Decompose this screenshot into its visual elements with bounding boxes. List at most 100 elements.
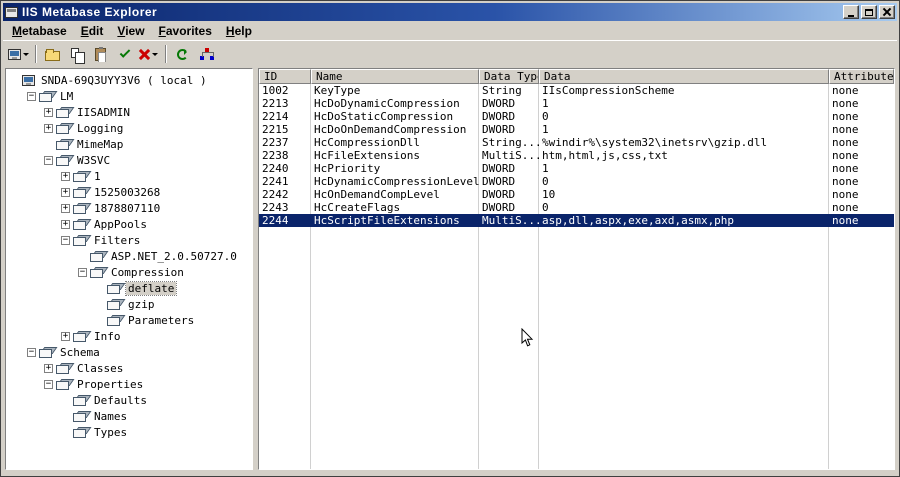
cell-type: DWORD xyxy=(482,123,516,136)
collapse-minus-icon[interactable]: − xyxy=(44,155,53,165)
tree-item-1878807110[interactable]: +1878807110 xyxy=(6,200,252,216)
metabase-key-icon xyxy=(73,171,88,182)
table-row[interactable]: 2242 HcOnDemandCompLevel DWORD 10 none xyxy=(259,188,894,201)
tree-item-label: SNDA-69Q3UYY3V6 ( local ) xyxy=(41,73,207,87)
metabase-key-icon xyxy=(73,411,88,422)
tree-item-schema[interactable]: − Schema xyxy=(6,344,252,360)
collapse-minus-icon[interactable]: − xyxy=(61,235,70,245)
tree-item-properties[interactable]: − Properties xyxy=(6,376,252,392)
cell-id: 2237 xyxy=(262,136,289,149)
metabase-key-icon xyxy=(56,139,71,150)
tree-item-info[interactable]: + Info xyxy=(6,328,252,344)
main-content: SNDA-69Q3UYY3V6 ( local ) − LM + IISADMIN + Lo… xyxy=(3,67,897,470)
tree-item-defaults[interactable]: Defaults xyxy=(6,392,252,408)
check-icon xyxy=(119,46,130,58)
tree-item-1[interactable]: +1 xyxy=(6,168,252,184)
tree-item-label: gzip xyxy=(128,297,155,311)
cell-type: MultiS... xyxy=(482,214,539,227)
tree-panel: SNDA-69Q3UYY3V6 ( local ) − LM + IISADMIN + Lo… xyxy=(5,68,253,470)
cell-name: HcDoDynamicCompression xyxy=(314,97,460,110)
cell-data: 0 xyxy=(542,201,549,214)
tree-item-lm[interactable]: − LM xyxy=(6,88,252,104)
collapse-minus-icon[interactable]: − xyxy=(78,267,87,277)
tree-item-classes[interactable]: + Classes xyxy=(6,360,252,376)
tree-item-filters[interactable]: − Filters xyxy=(6,232,252,248)
expand-plus-icon[interactable]: + xyxy=(44,123,53,133)
table-row[interactable]: 2237 HcCompressionDll String... %windir%\sy… xyxy=(259,136,894,149)
cell-type: DWORD xyxy=(482,97,516,110)
column-header-name[interactable]: Name xyxy=(311,69,479,84)
close-button[interactable] xyxy=(879,5,895,19)
table-row[interactable]: 2240 HcPriority DWORD 1 none xyxy=(259,162,894,175)
app-window: IIS Metabase Explorer Metabase Edit View Fa… xyxy=(0,0,900,477)
tree-item-deflate[interactable]: deflate xyxy=(6,280,252,296)
tree-item-label: LM xyxy=(60,89,74,103)
tree-item-apppools[interactable]: + AppPools xyxy=(6,216,252,232)
cell-type: DWORD xyxy=(482,201,516,214)
computer-icon xyxy=(8,48,21,60)
expand-plus-icon[interactable]: + xyxy=(61,331,70,341)
copy-button[interactable] xyxy=(65,44,88,65)
app-icon xyxy=(5,6,18,18)
cell-id: 2240 xyxy=(262,162,289,175)
open-button[interactable] xyxy=(41,44,64,65)
table-row[interactable]: 1002 KeyType String IIsCompressionScheme non… xyxy=(259,84,894,97)
dropdown-arrow-icon[interactable] xyxy=(23,53,29,59)
collapse-minus-icon[interactable]: − xyxy=(27,91,36,101)
table-row[interactable]: 2215 HcDoOnDemandCompression DWORD 1 none xyxy=(259,123,894,136)
collapse-minus-icon[interactable]: − xyxy=(27,347,36,357)
expand-plus-icon[interactable]: + xyxy=(61,219,70,229)
tree-item-iisadmin[interactable]: + IISADMIN xyxy=(6,104,252,120)
tree-item-snda-69q3uyy3v6-local[interactable]: SNDA-69Q3UYY3V6 ( local ) xyxy=(6,72,252,88)
column-header-attributes[interactable]: Attributes xyxy=(829,69,894,84)
table-row[interactable]: 2243 HcCreateFlags DWORD 0 none xyxy=(259,201,894,214)
table-row[interactable]: 2241 HcDynamicCompressionLevel DWORD 0 none xyxy=(259,175,894,188)
tree-item-logging[interactable]: + Logging xyxy=(6,120,252,136)
column-header-id[interactable]: ID xyxy=(259,69,311,84)
cell-name: HcOnDemandCompLevel xyxy=(314,188,440,201)
table-row[interactable]: 2213 HcDoDynamicCompression DWORD 1 none xyxy=(259,97,894,110)
expand-plus-icon[interactable]: + xyxy=(44,363,53,373)
cell-attributes: none xyxy=(832,188,859,201)
expand-plus-icon[interactable]: + xyxy=(61,187,70,197)
collapse-minus-icon[interactable]: − xyxy=(44,379,53,389)
expand-plus-icon[interactable]: + xyxy=(61,171,70,181)
metabase-key-icon xyxy=(90,251,105,262)
menu-help[interactable]: Help xyxy=(219,23,259,39)
table-row[interactable]: 2214 HcDoStaticCompression DWORD 0 none xyxy=(259,110,894,123)
expand-plus-icon[interactable]: + xyxy=(61,203,70,213)
apply-button[interactable] xyxy=(113,44,136,65)
tree-item-w3svc[interactable]: − W3SVC xyxy=(6,152,252,168)
cell-name: HcFileExtensions xyxy=(314,149,420,162)
tree-item-types[interactable]: Types xyxy=(6,424,252,440)
tree-item-label: W3SVC xyxy=(77,153,111,167)
menu-edit[interactable]: Edit xyxy=(74,23,111,39)
menu-metabase[interactable]: Metabase xyxy=(5,23,74,39)
menu-favorites[interactable]: Favorites xyxy=(152,23,219,39)
tree-item-mimemap[interactable]: MimeMap xyxy=(6,136,252,152)
tree-item-gzip[interactable]: gzip xyxy=(6,296,252,312)
network-button[interactable] xyxy=(195,44,218,65)
tree-item-compression[interactable]: − Compression xyxy=(6,264,252,280)
cell-id: 2213 xyxy=(262,97,289,110)
tree-item-label: Info xyxy=(94,329,121,343)
paste-button[interactable] xyxy=(89,44,112,65)
expand-plus-icon[interactable]: + xyxy=(44,107,53,117)
refresh-button[interactable] xyxy=(171,44,194,65)
delete-button[interactable] xyxy=(137,44,160,65)
title-bar[interactable]: IIS Metabase Explorer xyxy=(3,3,897,21)
tree-item-1525003268[interactable]: +1525003268 xyxy=(6,184,252,200)
cell-data: asp,dll,aspx,exe,axd,asmx,php xyxy=(542,214,735,227)
tree-item-asp-net-2-0-50727-0[interactable]: ASP.NET_2.0.50727.0 xyxy=(6,248,252,264)
tree-item-parameters[interactable]: Parameters xyxy=(6,312,252,328)
connect-button[interactable] xyxy=(7,44,30,65)
table-row[interactable]: 2244 HcScriptFileExtensions MultiS... asp,d… xyxy=(259,214,894,227)
table-row[interactable]: 2238 HcFileExtensions MultiS... htm,html,js… xyxy=(259,149,894,162)
minimize-button[interactable] xyxy=(843,5,859,19)
column-header-data[interactable]: Data xyxy=(539,69,829,84)
menu-view[interactable]: View xyxy=(110,23,151,39)
maximize-button[interactable] xyxy=(861,5,877,19)
dropdown-arrow-icon[interactable] xyxy=(152,53,158,59)
column-header-data-type[interactable]: Data Type xyxy=(479,69,539,84)
tree-item-names[interactable]: Names xyxy=(6,408,252,424)
